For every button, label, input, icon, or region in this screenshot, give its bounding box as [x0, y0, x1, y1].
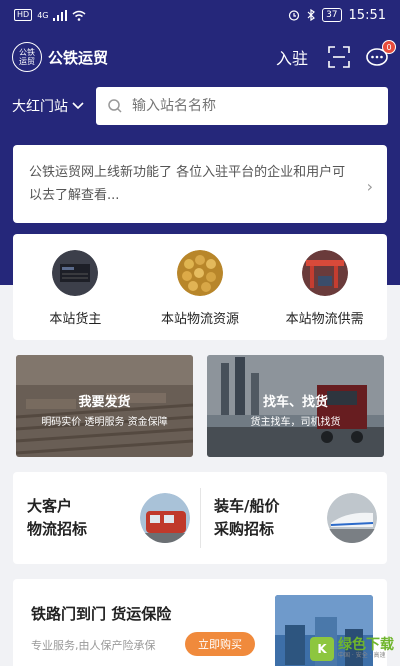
category-station-shippers[interactable]: 本站货主 [13, 234, 138, 340]
search-box[interactable] [96, 87, 388, 125]
tender-line: 大客户 [27, 497, 73, 515]
banner-title: 我要发货 [78, 395, 131, 410]
hd-indicator: HD [14, 9, 33, 21]
banner-title: 找车、找货 [262, 395, 328, 410]
banner-subtitle: 明码实价 透明服务 资金保障 [41, 417, 168, 428]
category-logistics-supply-demand[interactable]: 本站物流供需 [262, 234, 387, 340]
container-image [52, 250, 99, 296]
insurance-subtitle: 专业服务,由人保产险承保 [31, 639, 156, 652]
app-title: 公铁运贸 [48, 48, 109, 67]
clock: 15:51 [348, 7, 386, 23]
watermark-logo: K [310, 637, 334, 661]
alarm-icon [288, 10, 300, 21]
crane-image [301, 250, 348, 296]
watermark-subtext: 中国 · 安全 · 高速 [338, 652, 386, 659]
train-image [140, 493, 190, 543]
tender-line: 装车/船价 [214, 497, 280, 515]
status-bar: HD 4G 37 15:51 [0, 0, 400, 30]
insurance-title: 铁路门到门 货运保险 [31, 605, 172, 623]
wifi-icon [73, 10, 86, 21]
notice-card[interactable]: 公铁运贸网上线新功能了 各位入驻平台的企业和用户可以去了解查看... › [13, 145, 387, 223]
signal-icon [53, 9, 68, 21]
category-label: 本站货主 [49, 312, 102, 327]
banner-find-vehicle[interactable]: 找车、找货 货主找车，司机找货 [207, 355, 384, 457]
soybeans-image [177, 250, 223, 296]
network-type: 4G [37, 10, 49, 20]
chevron-down-icon [72, 102, 84, 110]
app-logo: 公铁 运贸 [12, 42, 42, 72]
category-panel: 本站货主 本站物流资源 本站物流供需 [13, 234, 387, 340]
banner-ship-goods[interactable]: 我要发货 明码实价 透明服务 资金保障 [16, 355, 193, 457]
bullet-train-image [327, 493, 377, 543]
banner-subtitle: 货主找车，司机找货 [250, 417, 341, 428]
category-label: 本站物流供需 [285, 312, 364, 327]
bluetooth-icon [307, 9, 316, 21]
notice-text: 公铁运贸网上线新功能了 各位入驻平台的企业和用户可以去了解查看... [29, 165, 346, 203]
watermark-text: 绿色下载 [338, 637, 394, 653]
tender-loading-price[interactable]: 装车/船价 采购招标 [200, 472, 387, 564]
tender-line: 采购招标 [214, 520, 275, 538]
scan-button[interactable] [328, 46, 350, 68]
search-icon [108, 99, 122, 113]
battery-level: 37 [322, 8, 342, 22]
search-input[interactable] [132, 98, 352, 114]
tender-major-client[interactable]: 大客户 物流招标 [13, 472, 200, 564]
buy-now-button[interactable]: 立即购买 [185, 632, 255, 656]
category-label: 本站物流资源 [161, 312, 240, 327]
category-logistics-resources[interactable]: 本站物流资源 [138, 234, 263, 340]
tender-line: 物流招标 [27, 520, 88, 538]
message-button[interactable]: 0 [366, 40, 396, 68]
join-button[interactable]: 入驻 [276, 45, 308, 69]
scan-icon [328, 46, 350, 68]
station-search-row: 大红门站 [12, 87, 388, 125]
tender-panel: 大客户 物流招标 装车/船价 采购招标 [13, 472, 387, 564]
message-badge: 0 [382, 40, 396, 54]
chevron-right-icon: › [366, 177, 373, 196]
station-selector[interactable]: 大红门站 [12, 96, 96, 116]
watermark: K 绿色下载 中国 · 安全 · 高速 [310, 634, 398, 664]
station-name: 大红门站 [12, 99, 68, 115]
app-bar: 公铁 运贸 公铁运贸 入驻 0 [0, 36, 400, 78]
banner-row: 我要发货 明码实价 透明服务 资金保障 找车、找货 货主找车，司机找货 [16, 355, 384, 457]
